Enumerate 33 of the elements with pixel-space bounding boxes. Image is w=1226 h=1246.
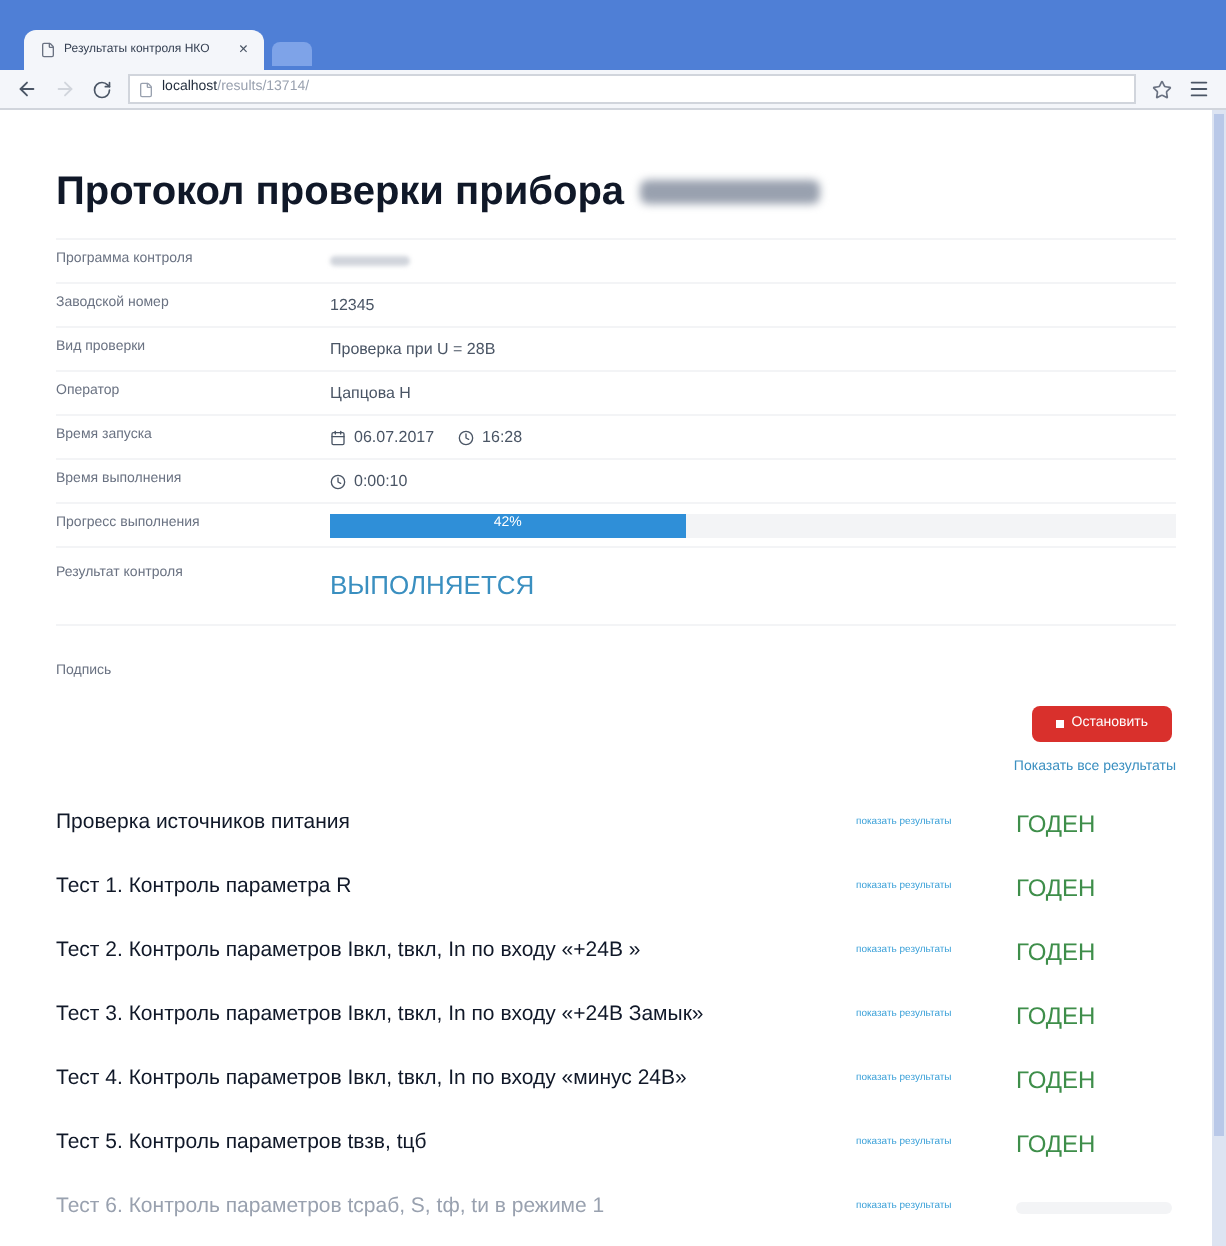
test-status: ГОДЕН [1016,1065,1096,1093]
reload-icon[interactable] [92,79,112,99]
test-name: Тест 5. Контроль параметров tвзв, tцб [56,1127,429,1158]
page-title: Протокол проверки прибора [56,168,625,218]
result-status: ВЫПОЛНЯЕТСЯ [330,568,535,605]
field-value: 12345 [330,293,375,317]
field-value: Цапцова Н [330,381,411,405]
test-status: ГОДЕН [1016,1001,1096,1029]
time-value: 16:28 [482,425,523,449]
test-status: ГОДЕН [1016,1129,1096,1157]
bookmark-icon[interactable] [1152,79,1172,99]
duration-value: 0:00:10 [354,469,408,493]
test-name: Тест 6. Контроль параметров tсраб, S, tф, tи в режиме 1 [56,1191,607,1222]
test-status: ГОДЕН [1016,873,1096,901]
field-value: Проверка при U = 28В [330,337,496,361]
test-name: Тест 4. Контроль параметров Iвкл, tвкл, In по входу «минус 24В» [56,1063,689,1094]
test-status: ГОДЕН [1016,937,1096,965]
calendar-icon [330,429,346,445]
page-icon [138,81,154,97]
close-icon[interactable]: × [238,38,248,62]
test-name: Тест 1. Контроль параметра R [56,871,354,902]
stop-icon [1055,720,1064,728]
redacted-value [330,256,410,266]
date-value: 06.07.2017 [354,425,435,449]
test-name: Тест 2. Контроль параметров Iвкл, tвкл, In по входу «+24В » [56,935,643,966]
page-icon [40,42,56,58]
test-name: Тест 3. Контроль параметров Iвкл, tвкл, In по входу «+24В Замык» [56,999,706,1030]
back-icon[interactable] [16,78,38,100]
menu-icon[interactable] [1188,78,1210,100]
test-name: Проверка источников питания [56,807,352,838]
clock-icon [458,429,475,445]
clock-icon [330,473,346,489]
test-status: ГОДЕН [1016,809,1096,837]
